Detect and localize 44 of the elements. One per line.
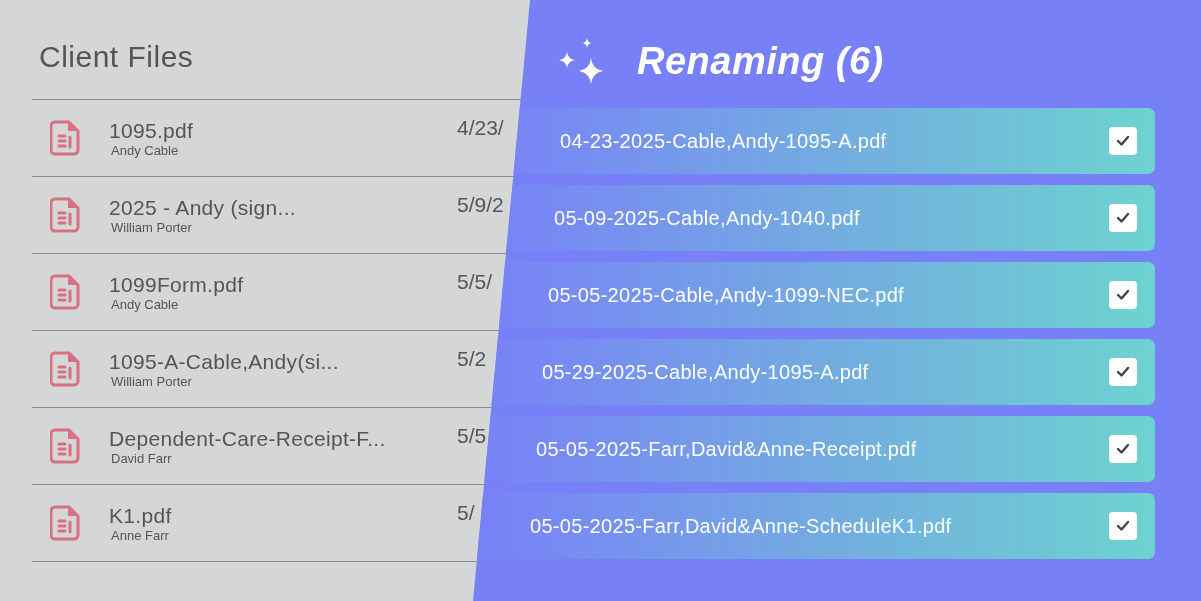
file-owner: Andy Cable <box>111 142 179 158</box>
file-owner: Andy Cable <box>111 296 179 312</box>
document-icon <box>50 351 80 387</box>
file-owner: William Porter <box>111 219 192 235</box>
file-owner: David Farr <box>111 450 172 466</box>
file-date: 5/5 <box>457 424 487 448</box>
new-file-name: 04-23-2025-Cable,Andy-1095-A.pdf <box>560 129 888 153</box>
file-date: 5/ <box>457 501 475 525</box>
new-file-name: 05-29-2025-Cable,Andy-1095-A.pdf <box>542 360 870 384</box>
new-file-name: 05-05-2025-Cable,Andy-1099-NEC.pdf <box>548 283 905 307</box>
file-owner: Anne Farr <box>111 527 169 543</box>
document-icon <box>50 120 80 156</box>
checkmark-icon <box>1116 520 1130 532</box>
checkmark-icon <box>1116 212 1130 224</box>
file-owner: William Porter <box>111 373 192 389</box>
panel-title: Client Files <box>39 40 194 74</box>
checkmark-icon <box>1116 443 1130 455</box>
checkmark-icon <box>1116 366 1130 378</box>
checkbox[interactable] <box>1109 358 1137 386</box>
new-file-name: 05-05-2025-Farr,David&Anne-Receipt.pdf <box>536 437 918 461</box>
renaming-title: Renaming (6) <box>637 39 884 83</box>
file-date: 4/23/ <box>457 116 504 140</box>
document-icon <box>50 428 80 464</box>
document-icon <box>50 505 80 541</box>
file-name[interactable]: 1095-A-Cable,Andy(si... <box>109 349 339 374</box>
checkbox[interactable] <box>1109 435 1137 463</box>
file-name[interactable]: 2025 - Andy (sign... <box>109 195 296 220</box>
document-icon <box>50 197 80 233</box>
file-name[interactable]: 1099Form.pdf <box>109 272 244 297</box>
file-date: 5/9/2 <box>457 193 504 217</box>
checkmark-icon <box>1116 289 1130 301</box>
checkbox[interactable] <box>1109 512 1137 540</box>
checkbox[interactable] <box>1109 127 1137 155</box>
new-file-name: 05-09-2025-Cable,Andy-1040.pdf <box>554 206 861 230</box>
new-file-name: 05-05-2025-Farr,David&Anne-ScheduleK1.pdf <box>530 514 953 538</box>
checkbox[interactable] <box>1109 281 1137 309</box>
file-name[interactable]: K1.pdf <box>109 503 172 528</box>
checkbox[interactable] <box>1109 204 1137 232</box>
file-date: 5/2 <box>457 347 487 371</box>
checkmark-icon <box>1116 135 1130 147</box>
file-date: 5/5/ <box>457 270 493 294</box>
file-name[interactable]: Dependent-Care-Receipt-F... <box>109 426 386 451</box>
document-icon <box>50 274 80 310</box>
file-name[interactable]: 1095.pdf <box>109 118 194 143</box>
